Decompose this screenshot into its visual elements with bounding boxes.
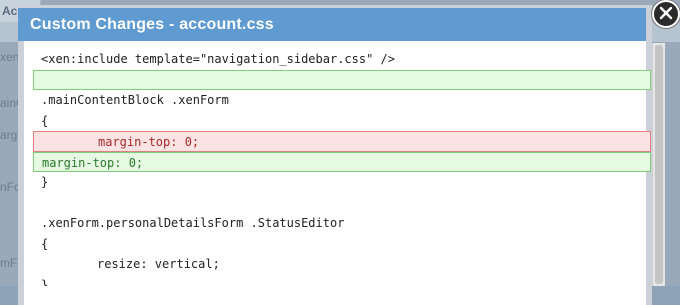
diff-removed-line: margin-top: 0;: [33, 131, 651, 152]
background-label-5: mFor: [0, 256, 20, 270]
close-button[interactable]: [652, 0, 680, 28]
code-line: .mainContentBlock .xenForm: [41, 93, 229, 107]
diff-content: <xen:include template="navigation_sideba…: [29, 49, 651, 286]
overlay-title-bar: Custom Changes - account.css: [18, 8, 646, 41]
diff-added-line: [33, 69, 651, 90]
code-line: resize: vertical;: [97, 257, 220, 271]
overlay-title: Custom Changes - account.css: [30, 15, 274, 33]
scrollbar-thumb[interactable]: [655, 45, 663, 284]
close-icon: [659, 5, 673, 24]
background-label-3: argi: [0, 128, 20, 142]
background-label-2: ainC: [0, 96, 20, 110]
code-line: .xenForm.personalDetailsForm .StatusEdit…: [41, 216, 345, 230]
background-label-1: xen:i: [0, 50, 20, 64]
code-line: }: [41, 277, 49, 287]
background-label-4: nFor: [0, 180, 20, 194]
code-line: }: [41, 175, 49, 189]
code-line: {: [41, 236, 49, 251]
code-line: {: [41, 113, 49, 128]
diff-added-line: margin-top: 0;: [33, 151, 651, 172]
scrollbar[interactable]: [652, 43, 665, 286]
code-line: <xen:include template="navigation_sideba…: [41, 52, 396, 66]
